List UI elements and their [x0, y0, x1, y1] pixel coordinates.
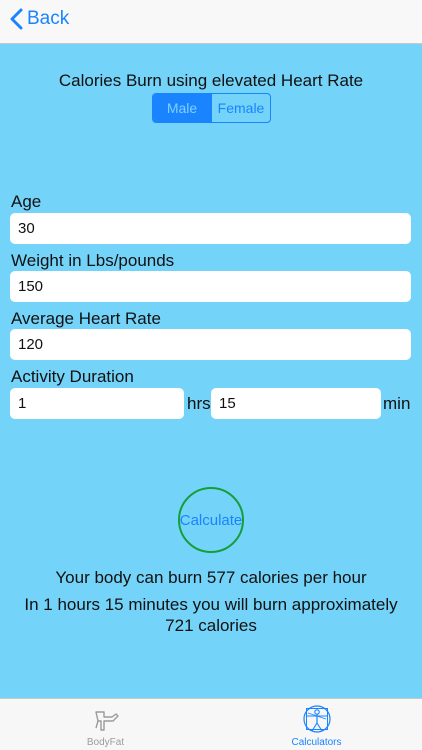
navigation-bar: Back — [0, 0, 422, 44]
tab-calculators-label: Calculators — [291, 737, 342, 748]
weight-input[interactable]: 150 — [10, 271, 411, 302]
result-total-calories: 721 calories — [165, 616, 257, 635]
back-button[interactable]: Back — [10, 8, 69, 30]
result-duration-line: In 1 hours 15 minutes you will burn appr… — [24, 595, 398, 614]
heart-rate-input[interactable]: 120 — [10, 329, 411, 360]
calculator-content: Calories Burn using elevated Heart Rate … — [0, 44, 422, 698]
result-per-hour: Your body can burn 577 calories per hour — [55, 568, 367, 587]
tab-calculators[interactable]: Calculators — [211, 699, 422, 750]
tab-bodyfat-label: BodyFat — [86, 737, 125, 748]
gender-segmented-control[interactable]: Male Female — [152, 93, 271, 123]
weight-label: Weight in Lbs/pounds — [11, 251, 175, 270]
duration-label: Activity Duration — [11, 367, 134, 386]
page-title: Calories Burn using elevated Heart Rate — [58, 71, 364, 90]
chevron-left-icon — [10, 8, 23, 30]
age-input[interactable]: 30 — [10, 213, 411, 244]
tab-bar: BodyFat Calculators — [0, 698, 422, 750]
bodyfat-caliper-icon — [94, 711, 119, 731]
heart-rate-label: Average Heart Rate — [11, 309, 161, 328]
tab-bodyfat[interactable]: BodyFat — [0, 699, 211, 750]
duration-hours-input[interactable]: 1 — [10, 388, 184, 419]
hours-unit-label: hrs — [187, 394, 211, 413]
vitruvian-man-icon — [302, 705, 331, 733]
gender-option-female[interactable]: Female — [211, 94, 270, 122]
age-label: Age — [11, 192, 42, 211]
minutes-unit-label: min — [383, 394, 411, 413]
back-label: Back — [27, 8, 70, 29]
calculate-button[interactable]: Calculate — [178, 487, 244, 553]
calculate-label: Calculate — [179, 511, 243, 529]
gender-option-male[interactable]: Male — [153, 94, 211, 122]
duration-minutes-input[interactable]: 15 — [211, 388, 381, 419]
